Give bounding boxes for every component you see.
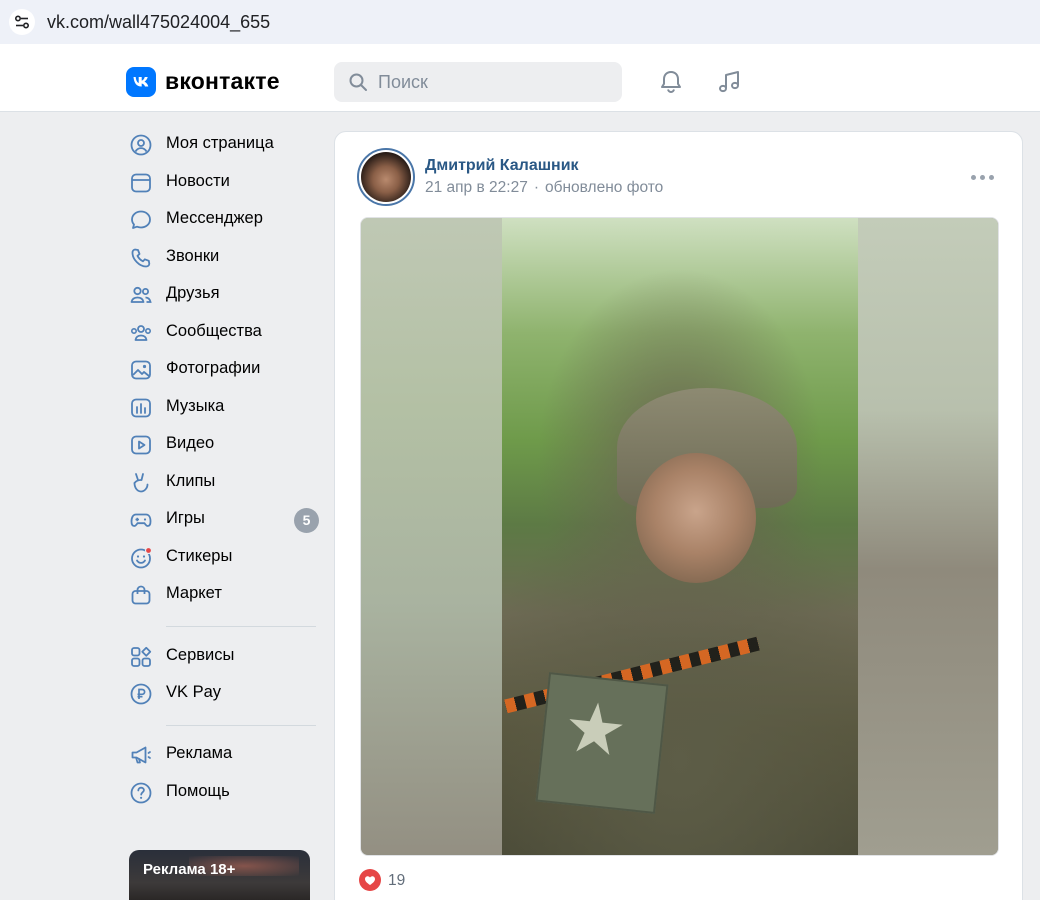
megaphone-icon — [129, 743, 153, 767]
music-icon[interactable] — [716, 68, 744, 96]
sidebar-item-clips[interactable]: Клипы — [126, 464, 321, 500]
search-box[interactable] — [334, 62, 622, 102]
sidebar-item-services[interactable]: Сервисы — [126, 638, 321, 674]
more-options-icon[interactable] — [971, 172, 995, 182]
photo-icon — [129, 358, 153, 382]
sidebar-item-games[interactable]: Игры 5 — [126, 501, 321, 537]
sidebar-item-label: Клипы — [166, 472, 216, 490]
friends-icon — [129, 283, 153, 307]
sidebar-item-photos[interactable]: Фотографии — [126, 351, 321, 387]
communities-icon — [129, 321, 153, 345]
video-icon — [129, 433, 153, 457]
phone-icon — [129, 246, 153, 270]
smile-icon — [129, 546, 153, 570]
sidebar-item-label: Маркет — [166, 584, 222, 602]
music-equalizer-icon — [129, 396, 153, 420]
sidebar-item-my-page[interactable]: Моя страница — [126, 126, 321, 162]
sidebar-item-messenger[interactable]: Мессенджер — [126, 201, 321, 237]
sidebar-item-label: Стикеры — [166, 547, 233, 565]
like-count: 19 — [388, 872, 406, 889]
photo-blur-left — [361, 218, 502, 855]
sidebar-item-vk-pay[interactable]: VK Pay — [126, 675, 321, 711]
sidebar-item-communities[interactable]: Сообщества — [126, 314, 321, 350]
shopping-bag-icon — [129, 583, 153, 607]
gamepad-icon — [129, 508, 153, 532]
sidebar-item-label: Игры — [166, 509, 205, 527]
bell-icon[interactable] — [657, 68, 685, 96]
sidebar-item-label: Звонки — [166, 247, 220, 265]
help-icon — [129, 781, 153, 805]
vk-logo-text[interactable]: вконтакте — [165, 68, 280, 95]
sidebar-item-ads[interactable]: Реклама — [126, 736, 321, 772]
post-action: обновлено фото — [545, 179, 664, 196]
vk-header: вконтакте — [0, 52, 1040, 112]
photo-star-emblem: ★ — [559, 684, 631, 774]
sidebar-item-label: Новости — [166, 172, 230, 190]
photo-face — [636, 453, 756, 583]
sidebar-item-label: Мессенджер — [166, 209, 263, 227]
sidebar-item-label: Музыка — [166, 397, 225, 415]
wall-post: Дмитрий Калашник 21 апр в 22:27 · обновлен… — [334, 131, 1023, 900]
post-date[interactable]: 21 апр в 22:27 — [425, 179, 528, 196]
url-text[interactable]: vk.com/wall475024004_655 — [47, 12, 270, 33]
sidebar-item-label: Фотографии — [166, 359, 261, 377]
sidebar-item-video[interactable]: Видео — [126, 426, 321, 462]
sidebar-item-calls[interactable]: Звонки — [126, 239, 321, 275]
sidebar-item-help[interactable]: Помощь — [126, 774, 321, 810]
services-grid-icon — [129, 645, 153, 669]
sidebar-item-label: Моя страница — [166, 134, 274, 152]
sidebar-item-label: Реклама — [166, 744, 233, 762]
search-icon — [348, 72, 368, 97]
chat-bubble-icon — [129, 208, 153, 232]
heart-icon — [359, 869, 381, 891]
sidebar-item-label: Сообщества — [166, 322, 262, 340]
photo-image: ★ — [502, 218, 858, 855]
sidebar-item-market[interactable]: Маркет — [126, 576, 321, 612]
sidebar-item-label: Видео — [166, 434, 215, 452]
sidebar-divider — [166, 725, 316, 726]
vk-logo-icon[interactable] — [126, 67, 156, 97]
sidebar-item-label: Друзья — [166, 284, 220, 302]
sidebar-item-music[interactable]: Музыка — [126, 389, 321, 425]
sidebar-ad-card[interactable]: Реклама 18+ — [129, 850, 310, 900]
search-input[interactable] — [378, 70, 608, 94]
sidebar-item-label: Сервисы — [166, 646, 235, 664]
site-settings-icon[interactable] — [9, 9, 35, 35]
ad-age-label: Реклама 18+ — [143, 861, 236, 878]
post-author-name[interactable]: Дмитрий Калашник — [425, 157, 579, 175]
post-meta: 21 апр в 22:27 · обновлено фото — [425, 179, 663, 197]
sidebar-divider — [166, 626, 316, 627]
sidebar-item-label: Помощь — [166, 782, 230, 800]
browser-address-bar: vk.com/wall475024004_655 — [0, 0, 1040, 52]
avatar-image — [361, 152, 411, 202]
author-avatar[interactable] — [357, 148, 415, 206]
sidebar-item-friends[interactable]: Друзья — [126, 276, 321, 312]
clips-icon — [129, 471, 153, 495]
newsfeed-icon — [129, 171, 153, 195]
ruble-icon — [129, 682, 153, 706]
games-counter-badge: 5 — [294, 508, 319, 533]
sidebar-item-news[interactable]: Новости — [126, 164, 321, 200]
post-photo[interactable]: ★ — [360, 217, 999, 856]
meta-separator: · — [533, 179, 539, 196]
photo-blur-right — [858, 218, 998, 855]
sidebar-item-label: VK Pay — [166, 683, 222, 701]
user-circle-icon — [129, 133, 153, 157]
sidebar-item-stickers[interactable]: Стикеры — [126, 539, 321, 575]
